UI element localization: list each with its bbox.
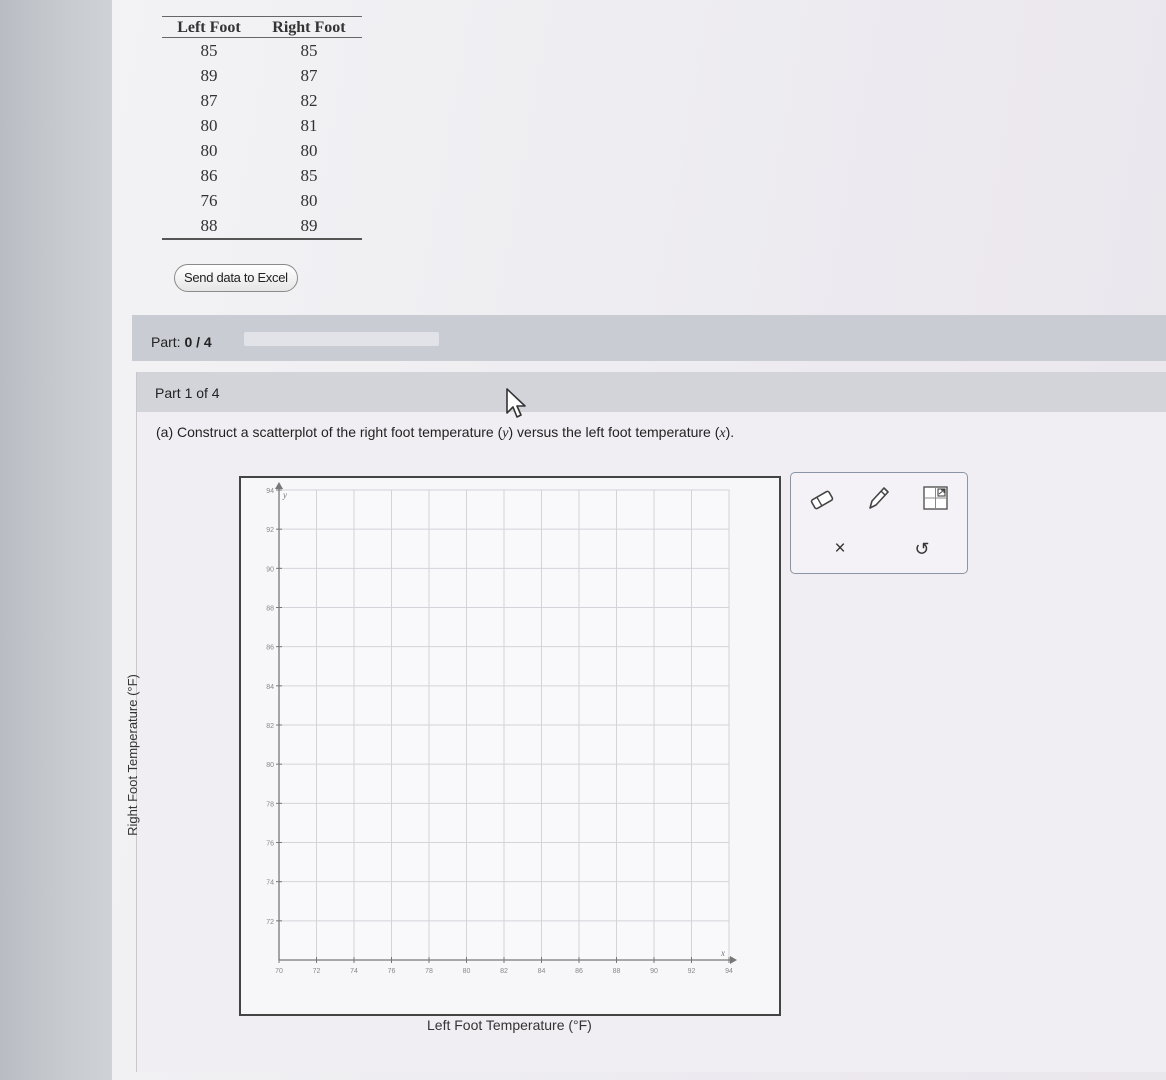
y-tick-label: 88 xyxy=(266,606,274,613)
y-tick-label: 94 xyxy=(266,488,274,495)
x-tick-label: 80 xyxy=(463,968,471,975)
table-row: 80 81 xyxy=(162,113,362,138)
expand-icon[interactable] xyxy=(921,483,951,513)
graph-tool-panel: × ↺ xyxy=(790,472,968,574)
part-header-label: Part 1 of 4 xyxy=(155,385,220,401)
y-tick-label: 82 xyxy=(266,723,274,730)
part-progress-value: 0 / 4 xyxy=(184,334,212,350)
x-tick-label: 92 xyxy=(688,968,696,975)
table-header-row: Left Foot Right Foot xyxy=(162,16,362,38)
pencil-icon[interactable] xyxy=(863,483,893,513)
x-tick-label: 88 xyxy=(613,968,621,975)
table-row: 80 80 xyxy=(162,138,362,163)
part-progress-prefix: Part: xyxy=(151,334,185,350)
x-tick-label: 86 xyxy=(575,968,583,975)
table-cell: 85 xyxy=(300,40,318,60)
mouse-cursor-icon xyxy=(506,388,526,418)
x-tick-label: 74 xyxy=(350,968,358,975)
part-progress-bar: Part: 0 / 4 xyxy=(132,315,1166,361)
table-row: 86 85 xyxy=(162,163,362,188)
table-cell: 82 xyxy=(300,90,318,110)
column-header-left-foot: Left Foot xyxy=(162,16,256,38)
x-tick-label: 94 xyxy=(725,968,733,975)
x-tick-label: 84 xyxy=(538,968,546,975)
x-axis-arrow xyxy=(730,956,737,964)
x-tick-label: 82 xyxy=(500,968,508,975)
y-tick-label: 86 xyxy=(266,645,274,652)
x-tick-label: 90 xyxy=(650,968,658,975)
progress-track xyxy=(244,332,439,346)
x-tick-label: 72 xyxy=(313,968,321,975)
x-corner-label: x xyxy=(720,948,725,958)
y-tick-label: 80 xyxy=(266,762,274,769)
x-tick-label: 76 xyxy=(388,968,396,975)
x-tick-label: 70 xyxy=(275,968,283,975)
scatterplot-graph-area[interactable]: 72 74 76 78 80 82 84 86 88 90 92 94 70 72 74 76 78 80 82 84… xyxy=(239,476,781,1016)
table-cell: 85 xyxy=(300,165,318,185)
clear-graph-button[interactable]: × xyxy=(825,534,855,564)
y-tick-label: 78 xyxy=(266,801,274,808)
screen-bezel xyxy=(0,0,112,1080)
table-row: 76 80 xyxy=(162,188,362,213)
table-cell: 87 xyxy=(300,65,318,85)
table-cell: 86 xyxy=(200,165,218,185)
y-tick-label: 92 xyxy=(266,527,274,534)
question-middle: ) versus the left foot temperature ( xyxy=(508,424,720,440)
table-cell: 88 xyxy=(162,213,256,240)
x-axis-title: Left Foot Temperature (°F) xyxy=(427,1017,592,1033)
send-data-to-excel-button[interactable]: Send data to Excel xyxy=(174,264,298,292)
question-text: (a) Construct a scatterplot of the right… xyxy=(156,424,734,442)
eraser-icon[interactable] xyxy=(807,485,837,515)
question-prefix: (a) Construct a scatterplot of the right… xyxy=(156,424,503,440)
table-cell: 80 xyxy=(300,190,318,210)
y-tick-label: 90 xyxy=(266,566,274,573)
y-tick-label: 74 xyxy=(266,880,274,887)
table-cell: 76 xyxy=(200,190,218,210)
y-tick-label: 84 xyxy=(266,684,274,691)
table-cell: 80 xyxy=(200,140,218,160)
question-suffix: ). xyxy=(725,424,735,440)
table-cell: 89 xyxy=(200,65,218,85)
y-tick-label: 72 xyxy=(266,919,274,926)
table-row: 87 82 xyxy=(162,88,362,113)
part-header: Part 1 of 4 xyxy=(137,372,1166,412)
y-axis-arrow xyxy=(275,482,283,489)
assignment-page: Left Foot Right Foot 85 85 89 87 87 82 80 81… xyxy=(112,0,1166,1080)
table-row: 85 85 xyxy=(162,38,362,64)
table-cell: 81 xyxy=(300,115,318,135)
table-row: 88 89 xyxy=(162,213,362,240)
y-axis-title: Right Foot Temperature (°F) xyxy=(125,674,140,836)
scatterplot-svg[interactable]: 72 74 76 78 80 82 84 86 88 90 92 94 70 72 74 76 78 80 82 84… xyxy=(241,478,779,1014)
data-table: Left Foot Right Foot 85 85 89 87 87 82 80 81… xyxy=(162,16,362,240)
column-header-right-foot: Right Foot xyxy=(255,16,362,38)
table-cell: 80 xyxy=(200,115,218,135)
part-progress-label: Part: 0 / 4 xyxy=(151,334,212,350)
y-tick-label: 76 xyxy=(266,841,274,848)
table-cell: 89 xyxy=(255,213,362,240)
table-row: 89 87 xyxy=(162,63,362,88)
x-tick-label: 78 xyxy=(425,968,433,975)
undo-button[interactable]: ↺ xyxy=(907,534,937,564)
table-cell: 85 xyxy=(200,40,218,60)
table-cell: 80 xyxy=(300,140,318,160)
table-cell: 87 xyxy=(200,90,218,110)
y-corner-label: y xyxy=(282,490,287,500)
